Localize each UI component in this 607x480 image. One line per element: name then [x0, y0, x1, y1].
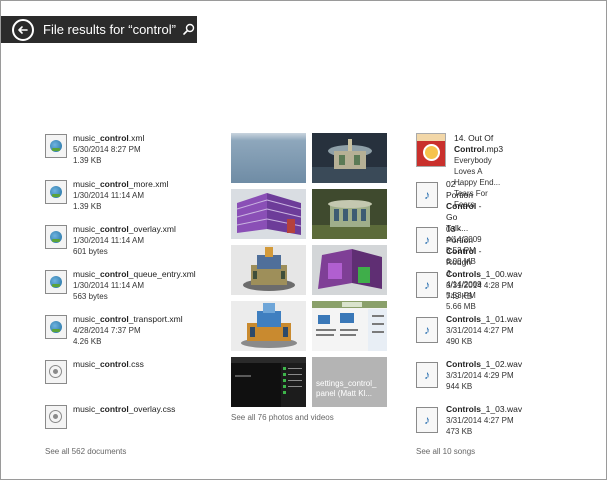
document-size: 1.39 KB [73, 202, 102, 211]
document-item[interactable]: music_control_more.xml 1/30/2014 11:14 A… [45, 179, 168, 212]
document-name: music_control_overlay.css [73, 404, 176, 414]
audio-file-icon: ♪ [416, 317, 438, 343]
document-name: music_control_transport.xml [73, 314, 183, 324]
document-size: 1.39 KB [73, 156, 102, 165]
xml-file-icon [45, 315, 67, 339]
audio-file-icon: ♪ [416, 227, 438, 253]
search-header: File results for “control” [1, 16, 197, 43]
document-date: 1/30/2014 11:14 AM [73, 281, 145, 290]
document-date: 4/28/2014 7:37 PM [73, 326, 141, 335]
see-all-songs-link[interactable]: See all 10 songs [416, 447, 475, 456]
photo-caption: settings_control_ panel (Matt Kl... [316, 379, 377, 398]
xml-file-icon [45, 180, 67, 204]
photo-tile[interactable] [312, 133, 387, 183]
photo-tile[interactable] [231, 189, 306, 239]
song-title: Controls_1_00.wav [446, 269, 523, 279]
song-title: Controls_1_01.wav [446, 314, 523, 324]
see-all-documents-link[interactable]: See all 562 documents [45, 447, 126, 456]
xml-file-icon [45, 225, 67, 249]
audio-file-icon: ♪ [416, 407, 438, 433]
audio-file-icon: ♪ [416, 272, 438, 298]
song-size: 490 KB [446, 337, 473, 346]
song-title: 14. Out Of Control.mp3 [454, 133, 504, 154]
song-size: 749 KB [446, 292, 473, 301]
document-item[interactable]: music_control_queue_entry.xml 1/30/2014 … [45, 269, 196, 302]
photo-tile[interactable] [231, 133, 306, 183]
song-title: Controls_1_02.wav [446, 359, 523, 369]
audio-file-icon: ♪ [416, 362, 438, 388]
song-date: 3/31/2014 4:29 PM [446, 371, 514, 380]
css-file-icon [45, 360, 67, 384]
photo-tile[interactable] [312, 245, 387, 295]
song-size: 473 KB [446, 427, 473, 436]
document-date: 1/30/2014 11:14 AM [73, 236, 145, 245]
document-item[interactable]: music_control_overlay.xml 1/30/2014 11:1… [45, 224, 176, 257]
document-item[interactable]: music_control.css [45, 359, 144, 384]
photo-tile[interactable] [231, 301, 306, 351]
photo-tile[interactable] [312, 189, 387, 239]
document-date: 5/30/2014 8:27 PM [73, 145, 141, 154]
audio-file-icon: ♪ [416, 182, 438, 208]
document-name: music_control.css [73, 359, 144, 369]
song-item[interactable]: ♪ Controls_1_00.wav 3/31/2014 4:28 PM 74… [416, 269, 522, 302]
song-date: 3/31/2014 4:28 PM [446, 281, 514, 290]
song-size: 944 KB [446, 382, 473, 391]
photo-tile[interactable] [231, 245, 306, 295]
song-item[interactable]: ♪ Controls_1_01.wav 3/31/2014 4:27 PM 49… [416, 314, 522, 347]
document-name: music_control.xml [73, 133, 145, 143]
song-item[interactable]: ♪ Controls_1_03.wav 3/31/2014 4:27 PM 47… [416, 404, 522, 437]
document-date: 1/30/2014 11:14 AM [73, 191, 145, 200]
back-arrow-icon [18, 25, 28, 34]
document-item[interactable]: music_control.xml 5/30/2014 8:27 PM 1.39… [45, 133, 144, 166]
back-button[interactable] [12, 18, 34, 41]
song-item[interactable]: ♪ Controls_1_02.wav 3/31/2014 4:29 PM 94… [416, 359, 522, 392]
song-date: 3/31/2014 4:27 PM [446, 416, 514, 425]
document-size: 563 bytes [73, 292, 108, 301]
photo-tile[interactable] [312, 301, 387, 351]
document-size: 4.26 KB [73, 337, 102, 346]
song-size: 5.66 MB [446, 302, 476, 311]
document-name: music_control_queue_entry.xml [73, 269, 196, 279]
document-name: music_control_more.xml [73, 179, 169, 189]
page-title: File results for “control” [43, 22, 176, 37]
document-size: 601 bytes [73, 247, 108, 256]
photo-tile[interactable] [231, 357, 306, 407]
document-item[interactable]: music_control_overlay.css [45, 404, 175, 429]
css-file-icon [45, 405, 67, 429]
document-name: music_control_overlay.xml [73, 224, 176, 234]
see-all-photos-link[interactable]: See all 76 photos and videos [231, 413, 334, 422]
search-icon[interactable] [182, 23, 195, 36]
xml-file-icon [45, 270, 67, 294]
song-date: 3/31/2014 4:27 PM [446, 326, 514, 335]
photo-tile[interactable]: settings_control_ panel (Matt Kl... [312, 357, 387, 407]
xml-file-icon [45, 134, 67, 158]
document-item[interactable]: music_control_transport.xml 4/28/2014 7:… [45, 314, 183, 347]
album-art [416, 133, 446, 167]
song-title: Controls_1_03.wav [446, 404, 523, 414]
